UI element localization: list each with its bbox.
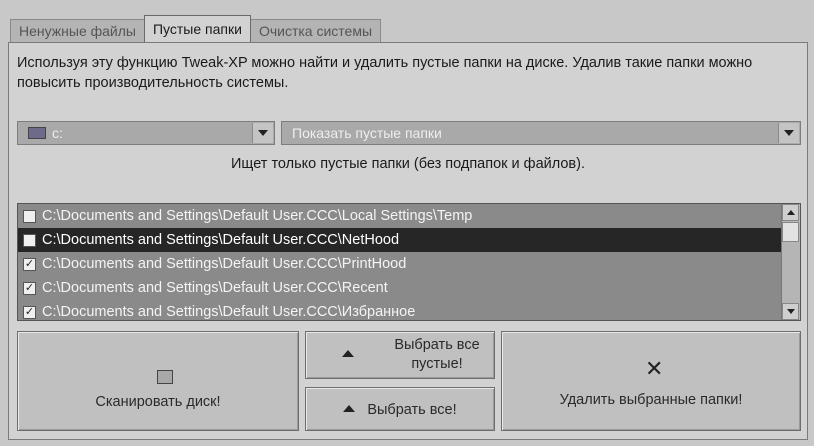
folder-checkbox[interactable]: ✓ [23,282,36,295]
close-icon: ✕ [645,356,664,381]
description-text: Используя эту функцию Tweak-XP можно най… [17,55,753,91]
delete-selected-button[interactable]: ✕ Удалить выбранные папки! [501,331,801,431]
empty-folders-panel: Используя эту функцию Tweak-XP можно най… [8,42,808,440]
folder-path: C:\Documents and Settings\Default User.C… [42,208,473,224]
disk-icon [157,370,173,384]
scan-disk-button[interactable]: Сканировать диск! [17,331,299,431]
folder-path: C:\Documents and Settings\Default User.C… [42,280,388,296]
tab-system-cleanup[interactable]: Очистка системы [249,19,382,42]
arrow-up-icon [342,350,354,357]
list-item[interactable]: ✓ C:\Documents and Settings\Default User… [18,252,782,276]
drive-select-value: c: [52,125,63,141]
drive-select[interactable]: c: [17,121,275,145]
chevron-down-icon[interactable] [252,123,273,143]
tab-empty-folders[interactable]: Пустые папки [143,15,251,42]
folder-checkbox[interactable] [23,234,36,247]
tab-bar: Ненужные файлы Пустые папки Очистка сист… [10,15,382,42]
scan-disk-label: Сканировать диск! [95,394,221,410]
tab-junk-files[interactable]: Ненужные файлы [10,19,145,42]
scroll-down-icon[interactable] [782,303,799,320]
list-item[interactable]: C:\Documents and Settings\Default User.C… [18,204,782,228]
folder-list[interactable]: C:\Documents and Settings\Default User.C… [17,203,801,321]
select-all-label: Выбрать все! [367,402,457,418]
scroll-up-icon[interactable] [782,204,799,221]
drive-icon [28,127,46,139]
folder-path: C:\Documents and Settings\Default User.C… [42,256,407,272]
folder-path: C:\Documents and Settings\Default User.C… [42,304,416,320]
folder-checkbox[interactable]: ✓ [23,258,36,271]
select-all-empty-button[interactable]: Выбрать все пустые! [305,331,495,379]
mode-select-value: Показать пустые папки [292,125,442,141]
mode-select[interactable]: Показать пустые папки [281,121,801,145]
search-hint: Ищет только пустые папки (без подпапок и… [231,156,585,172]
folder-checkbox[interactable]: ✓ [23,306,36,319]
list-item[interactable]: ✓ C:\Documents and Settings\Default User… [18,276,782,300]
chevron-down-icon[interactable] [778,123,799,143]
delete-selected-label: Удалить выбранные папки! [559,392,743,408]
folder-checkbox[interactable] [23,210,36,223]
select-all-empty-label: Выбрать все пустые! [394,337,480,372]
scroll-thumb[interactable] [782,222,799,242]
list-scrollbar[interactable] [781,204,800,320]
list-item[interactable]: C:\Documents and Settings\Default User.C… [18,228,782,252]
folder-path: C:\Documents and Settings\Default User.C… [42,232,400,248]
select-all-button[interactable]: Выбрать все! [305,387,495,431]
arrow-up-icon [343,405,356,412]
list-item[interactable]: ✓ C:\Documents and Settings\Default User… [18,300,782,320]
